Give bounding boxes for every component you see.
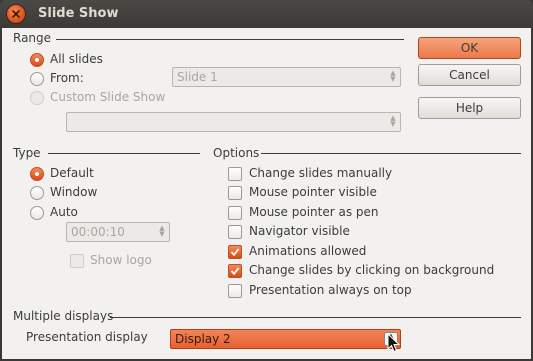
navigator-visible-label: Navigator visible (249, 224, 350, 238)
dialog-body: Range All slides From: Slide 1 ▲ ▼ Custom… (2, 28, 531, 359)
show-logo-checkbox[interactable] (70, 254, 84, 268)
change-slides-by-clicking-checkbox[interactable] (228, 264, 242, 278)
auto-radio[interactable] (30, 206, 44, 220)
all-slides-radio[interactable] (30, 53, 44, 67)
type-divider (48, 153, 200, 154)
custom-slide-show-label: Custom Slide Show (50, 90, 166, 104)
presentation-display-value: Display 2 (175, 332, 231, 346)
spin-arrows-icon: ▲▼ (390, 69, 396, 83)
change-slides-by-clicking-label: Change slides by clicking on background (249, 263, 495, 277)
multiple-displays-heading: Multiple displays (13, 309, 114, 323)
help-button[interactable]: Help (418, 97, 521, 119)
title-bar: Slide Show (0, 0, 533, 28)
all-slides-label: All slides (50, 52, 103, 66)
multiple-displays-divider (110, 317, 521, 318)
animations-allowed-checkbox[interactable] (228, 245, 242, 259)
presentation-always-on-top-checkbox[interactable] (228, 284, 242, 298)
ok-button[interactable]: OK (418, 37, 521, 59)
custom-slide-show-radio[interactable] (30, 91, 44, 105)
window-label: Window (50, 185, 98, 199)
show-logo-label: Show logo (90, 253, 152, 267)
options-divider (261, 153, 521, 154)
mouse-pointer-visible-label: Mouse pointer visible (249, 185, 377, 199)
presentation-display-select[interactable]: Display 2 ▲▼ (170, 329, 401, 349)
checkmark-icon (230, 267, 240, 276)
close-icon[interactable] (7, 5, 25, 23)
from-slide-value: Slide 1 (177, 70, 218, 84)
pause-duration-field[interactable]: 00:00:10 ▲ ▼ (66, 222, 170, 242)
mouse-pointer-visible-checkbox[interactable] (228, 186, 242, 200)
spin-arrows-icon: ▲▼ (159, 224, 165, 238)
type-heading: Type (13, 146, 41, 160)
animations-allowed-label: Animations allowed (249, 244, 367, 258)
custom-slide-show-select[interactable]: ▲ ▼ (66, 112, 401, 132)
pause-duration-value: 00:00:10 (71, 225, 125, 239)
default-label: Default (50, 166, 94, 180)
navigator-visible-checkbox[interactable] (228, 225, 242, 239)
mouse-cursor-icon (387, 333, 401, 353)
presentation-always-on-top-label: Presentation always on top (249, 283, 412, 297)
mouse-pointer-as-pen-label: Mouse pointer as pen (249, 205, 379, 219)
spin-arrows-icon: ▲▼ (390, 114, 396, 128)
from-radio[interactable] (30, 72, 44, 86)
from-label: From: (50, 71, 84, 85)
from-slide-select[interactable]: Slide 1 ▲ ▼ (172, 67, 401, 87)
cancel-button[interactable]: Cancel (418, 64, 521, 86)
default-radio[interactable] (30, 167, 44, 181)
mouse-pointer-as-pen-checkbox[interactable] (228, 206, 242, 220)
change-slides-manually-label: Change slides manually (249, 166, 393, 180)
range-divider (56, 39, 404, 40)
auto-label: Auto (50, 205, 78, 219)
checkmark-icon (230, 248, 240, 257)
change-slides-manually-checkbox[interactable] (228, 167, 242, 181)
window-title: Slide Show (38, 6, 119, 21)
window-radio[interactable] (30, 186, 44, 200)
range-heading: Range (13, 31, 52, 45)
options-heading: Options (213, 146, 260, 160)
presentation-display-label: Presentation display (26, 330, 148, 344)
